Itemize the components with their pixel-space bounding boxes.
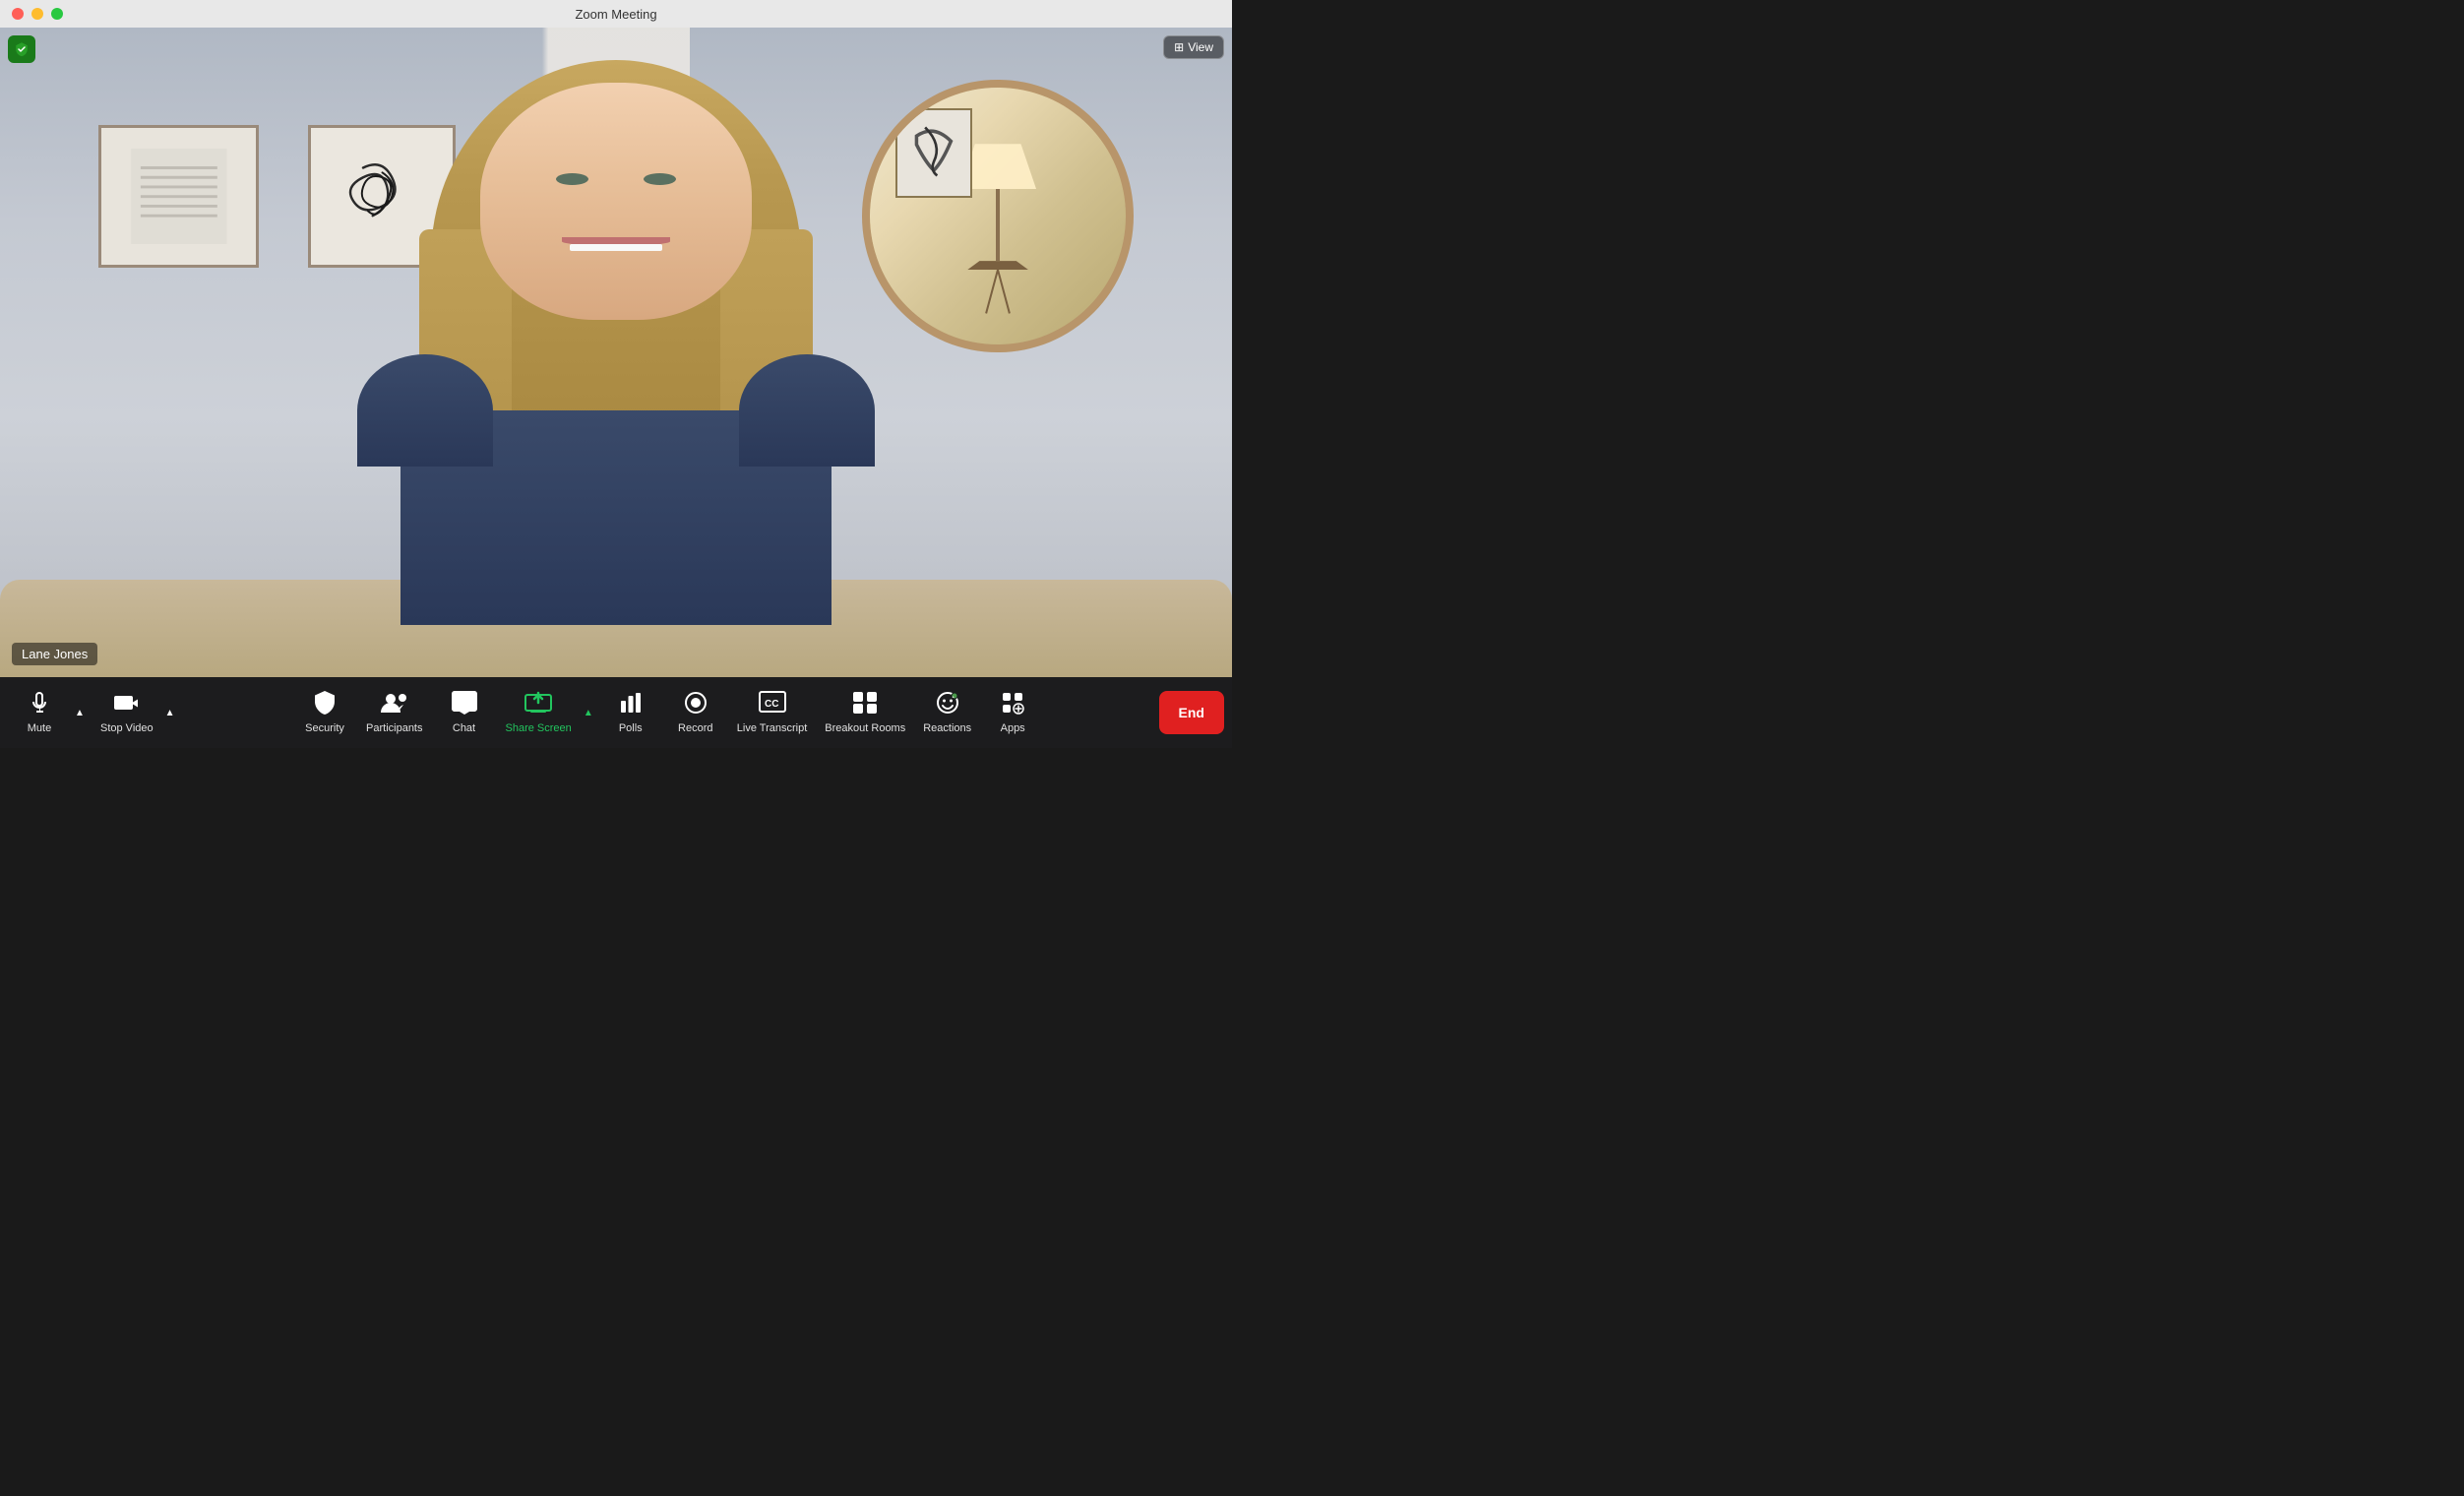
- video-icon: [114, 691, 140, 718]
- security-button[interactable]: Security: [293, 681, 356, 744]
- participants-label: Participants: [366, 722, 422, 734]
- share-screen-label: Share Screen: [506, 722, 572, 734]
- window-title: Zoom Meeting: [575, 7, 656, 22]
- participant-video: [308, 60, 924, 625]
- stop-video-label: Stop Video: [100, 722, 154, 734]
- mute-icon: [28, 691, 51, 718]
- polls-label: Polls: [619, 722, 643, 734]
- mute-chevron[interactable]: ▲: [71, 681, 89, 744]
- reactions-icon: +: [936, 691, 959, 718]
- breakout-rooms-button[interactable]: Breakout Rooms: [817, 681, 913, 744]
- view-icon: ⊞: [1174, 40, 1184, 54]
- breakout-rooms-icon: [852, 691, 878, 718]
- share-screen-button[interactable]: Share Screen: [498, 681, 580, 744]
- live-transcript-button[interactable]: CC Live Transcript: [729, 681, 816, 744]
- svg-text:CC: CC: [765, 699, 778, 710]
- toolbar-left: Mute ▲ Stop Video ▲: [8, 681, 179, 744]
- share-screen-chevron[interactable]: ▲: [580, 681, 597, 744]
- wall-art-frame-1: [98, 125, 259, 268]
- live-transcript-icon: CC: [759, 691, 786, 718]
- toolbar: Mute ▲ Stop Video ▲: [0, 677, 1232, 748]
- reactions-label: Reactions: [923, 722, 971, 734]
- chat-icon: [452, 691, 477, 718]
- stop-video-button[interactable]: Stop Video: [92, 681, 161, 744]
- mute-btn-group: Mute ▲: [8, 681, 89, 744]
- maximize-button[interactable]: [51, 8, 63, 20]
- polls-icon: [619, 691, 643, 718]
- record-button[interactable]: Record: [664, 681, 727, 744]
- mute-button[interactable]: Mute: [8, 681, 71, 744]
- minimize-button[interactable]: [31, 8, 43, 20]
- security-icon: [314, 691, 336, 718]
- chat-button[interactable]: Chat: [433, 681, 496, 744]
- participant-name-label: Lane Jones: [12, 643, 97, 665]
- apps-label: Apps: [1001, 722, 1025, 734]
- window-controls[interactable]: [12, 8, 63, 20]
- record-label: Record: [678, 722, 712, 734]
- close-button[interactable]: [12, 8, 24, 20]
- stop-video-btn-group: Stop Video ▲: [92, 681, 179, 744]
- view-label: View: [1188, 40, 1213, 54]
- reactions-button[interactable]: + Reactions: [915, 681, 979, 744]
- polls-button[interactable]: Polls: [599, 681, 662, 744]
- record-icon: [684, 691, 708, 718]
- participants-button[interactable]: Participants: [358, 681, 430, 744]
- video-chevron[interactable]: ▲: [161, 681, 179, 744]
- apps-button[interactable]: Apps: [981, 681, 1044, 744]
- participants-icon: [381, 691, 408, 718]
- end-button[interactable]: End: [1159, 691, 1224, 734]
- chat-label: Chat: [453, 722, 475, 734]
- share-screen-btn-group: Share Screen ▲: [498, 681, 597, 744]
- security-label: Security: [305, 722, 344, 734]
- video-area: ⊞ View Lane Jones: [0, 28, 1232, 677]
- toolbar-right: End: [1159, 691, 1224, 734]
- security-badge[interactable]: [8, 35, 35, 63]
- apps-icon: [1001, 691, 1024, 718]
- view-button[interactable]: ⊞ View: [1163, 35, 1224, 59]
- mute-label: Mute: [28, 722, 51, 734]
- breakout-rooms-label: Breakout Rooms: [825, 722, 905, 734]
- title-bar: Zoom Meeting: [0, 0, 1232, 28]
- live-transcript-label: Live Transcript: [737, 722, 808, 734]
- share-screen-icon: [524, 691, 552, 718]
- toolbar-center: Security Participants Chat: [179, 681, 1159, 744]
